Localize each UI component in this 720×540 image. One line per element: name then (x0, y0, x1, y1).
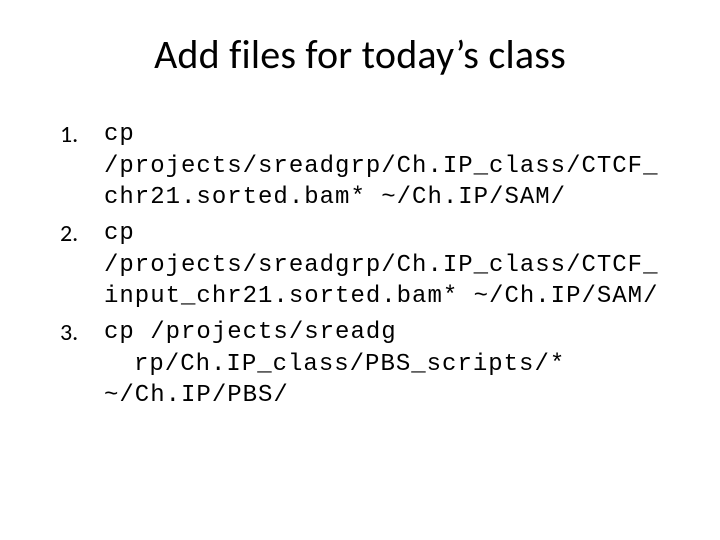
list-marker: 3. (60, 317, 104, 349)
command-list: 1. cp /projects/sreadgrp/Ch.IP_class/CTC… (40, 119, 680, 412)
command-text: cp /projects/sreadg rp/Ch.IP_class/PBS_s… (104, 317, 660, 412)
list-marker: 1. (60, 119, 104, 151)
list-item: 3. cp /projects/sreadg rp/Ch.IP_class/PB… (60, 317, 660, 412)
list-item: 1. cp /projects/sreadgrp/Ch.IP_class/CTC… (60, 119, 660, 214)
slide: Add files for today’s class 1. cp /proje… (0, 0, 720, 540)
list-item: 2. cp /projects/sreadgrp/Ch.IP_class/CTC… (60, 218, 660, 313)
command-text: cp /projects/sreadgrp/Ch.IP_class/CTCF_ … (104, 218, 660, 313)
page-title: Add files for today’s class (40, 30, 680, 79)
command-text: cp /projects/sreadgrp/Ch.IP_class/CTCF_ … (104, 119, 660, 214)
list-marker: 2. (60, 218, 104, 250)
